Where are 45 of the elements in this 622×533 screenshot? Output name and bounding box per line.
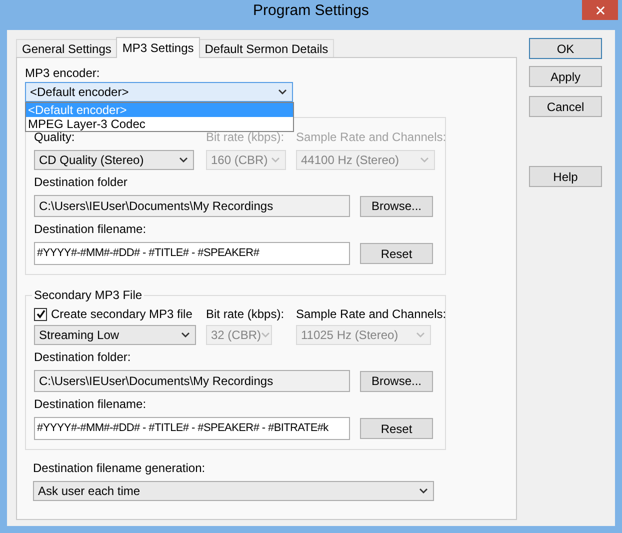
chevron-icon [181, 332, 190, 338]
input-field[interactable]: #YYYY#-#MM#-#DD# - #TITLE# - #SPEAKER# - #BITRATE#k [34, 417, 350, 440]
close-button[interactable] [582, 0, 618, 20]
chevron-icon [419, 488, 428, 494]
field-label: Destination filename generation: [33, 461, 206, 475]
field-label: Destination folder: [34, 350, 131, 364]
field-label: Bit rate (kbps): [206, 130, 284, 144]
browse-button[interactable]: Browse... [360, 370, 433, 392]
reset-button[interactable]: Reset [360, 243, 433, 264]
field-label: Destination filename: [34, 222, 146, 236]
input-field[interactable]: C:\Users\IEUser\Documents\My Recordings [34, 195, 350, 217]
dialog-button[interactable]: OK [529, 38, 602, 59]
dialog-button[interactable]: Help [529, 166, 602, 187]
window-title: Program Settings [253, 1, 369, 21]
field-label: Quality: [34, 130, 75, 144]
checkbox-label[interactable]: Create secondary MP3 file [51, 307, 192, 321]
tab[interactable]: MP3 Settings [116, 37, 200, 58]
dropdown-option[interactable]: MPEG Layer-3 Codec [26, 117, 293, 131]
chevron-icon [278, 89, 287, 95]
field-label: Destination folder [34, 175, 128, 189]
field-label: Bit rate (kbps): [206, 307, 284, 321]
chevron-icon [271, 157, 280, 163]
field-label: Sample Rate and Channels: [296, 130, 446, 144]
field-label: MP3 encoder: [25, 66, 100, 80]
chevron-icon [179, 157, 188, 163]
group-title: Secondary MP3 File [32, 288, 144, 302]
field-label: Destination filename: [34, 397, 146, 411]
field-label: Sample Rate and Channels: [296, 307, 446, 321]
browse-button[interactable]: Browse... [360, 196, 433, 216]
reset-button[interactable]: Reset [360, 418, 433, 439]
chevron-icon [420, 157, 429, 163]
tab[interactable]: General Settings [16, 39, 118, 57]
dialog-button[interactable]: Apply [529, 66, 602, 87]
chevron-icon [261, 332, 270, 338]
dialog-button[interactable]: Cancel [529, 96, 602, 117]
dropdown[interactable]: <Default encoder> [25, 82, 293, 102]
checkbox[interactable] [34, 308, 47, 320]
chevron-icon [416, 332, 425, 338]
close-icon [596, 6, 604, 14]
input-field[interactable]: #YYYY#-#MM#-#DD# - #TITLE# - #SPEAKER# [34, 242, 350, 265]
input-field[interactable]: C:\Users\IEUser\Documents\My Recordings [34, 370, 350, 392]
dropdown[interactable]: Ask user each time [33, 481, 434, 501]
tab[interactable]: Default Sermon Details [198, 39, 334, 57]
dropdown[interactable]: CD Quality (Stereo) [34, 150, 194, 170]
dropdown[interactable]: Streaming Low [34, 325, 196, 345]
